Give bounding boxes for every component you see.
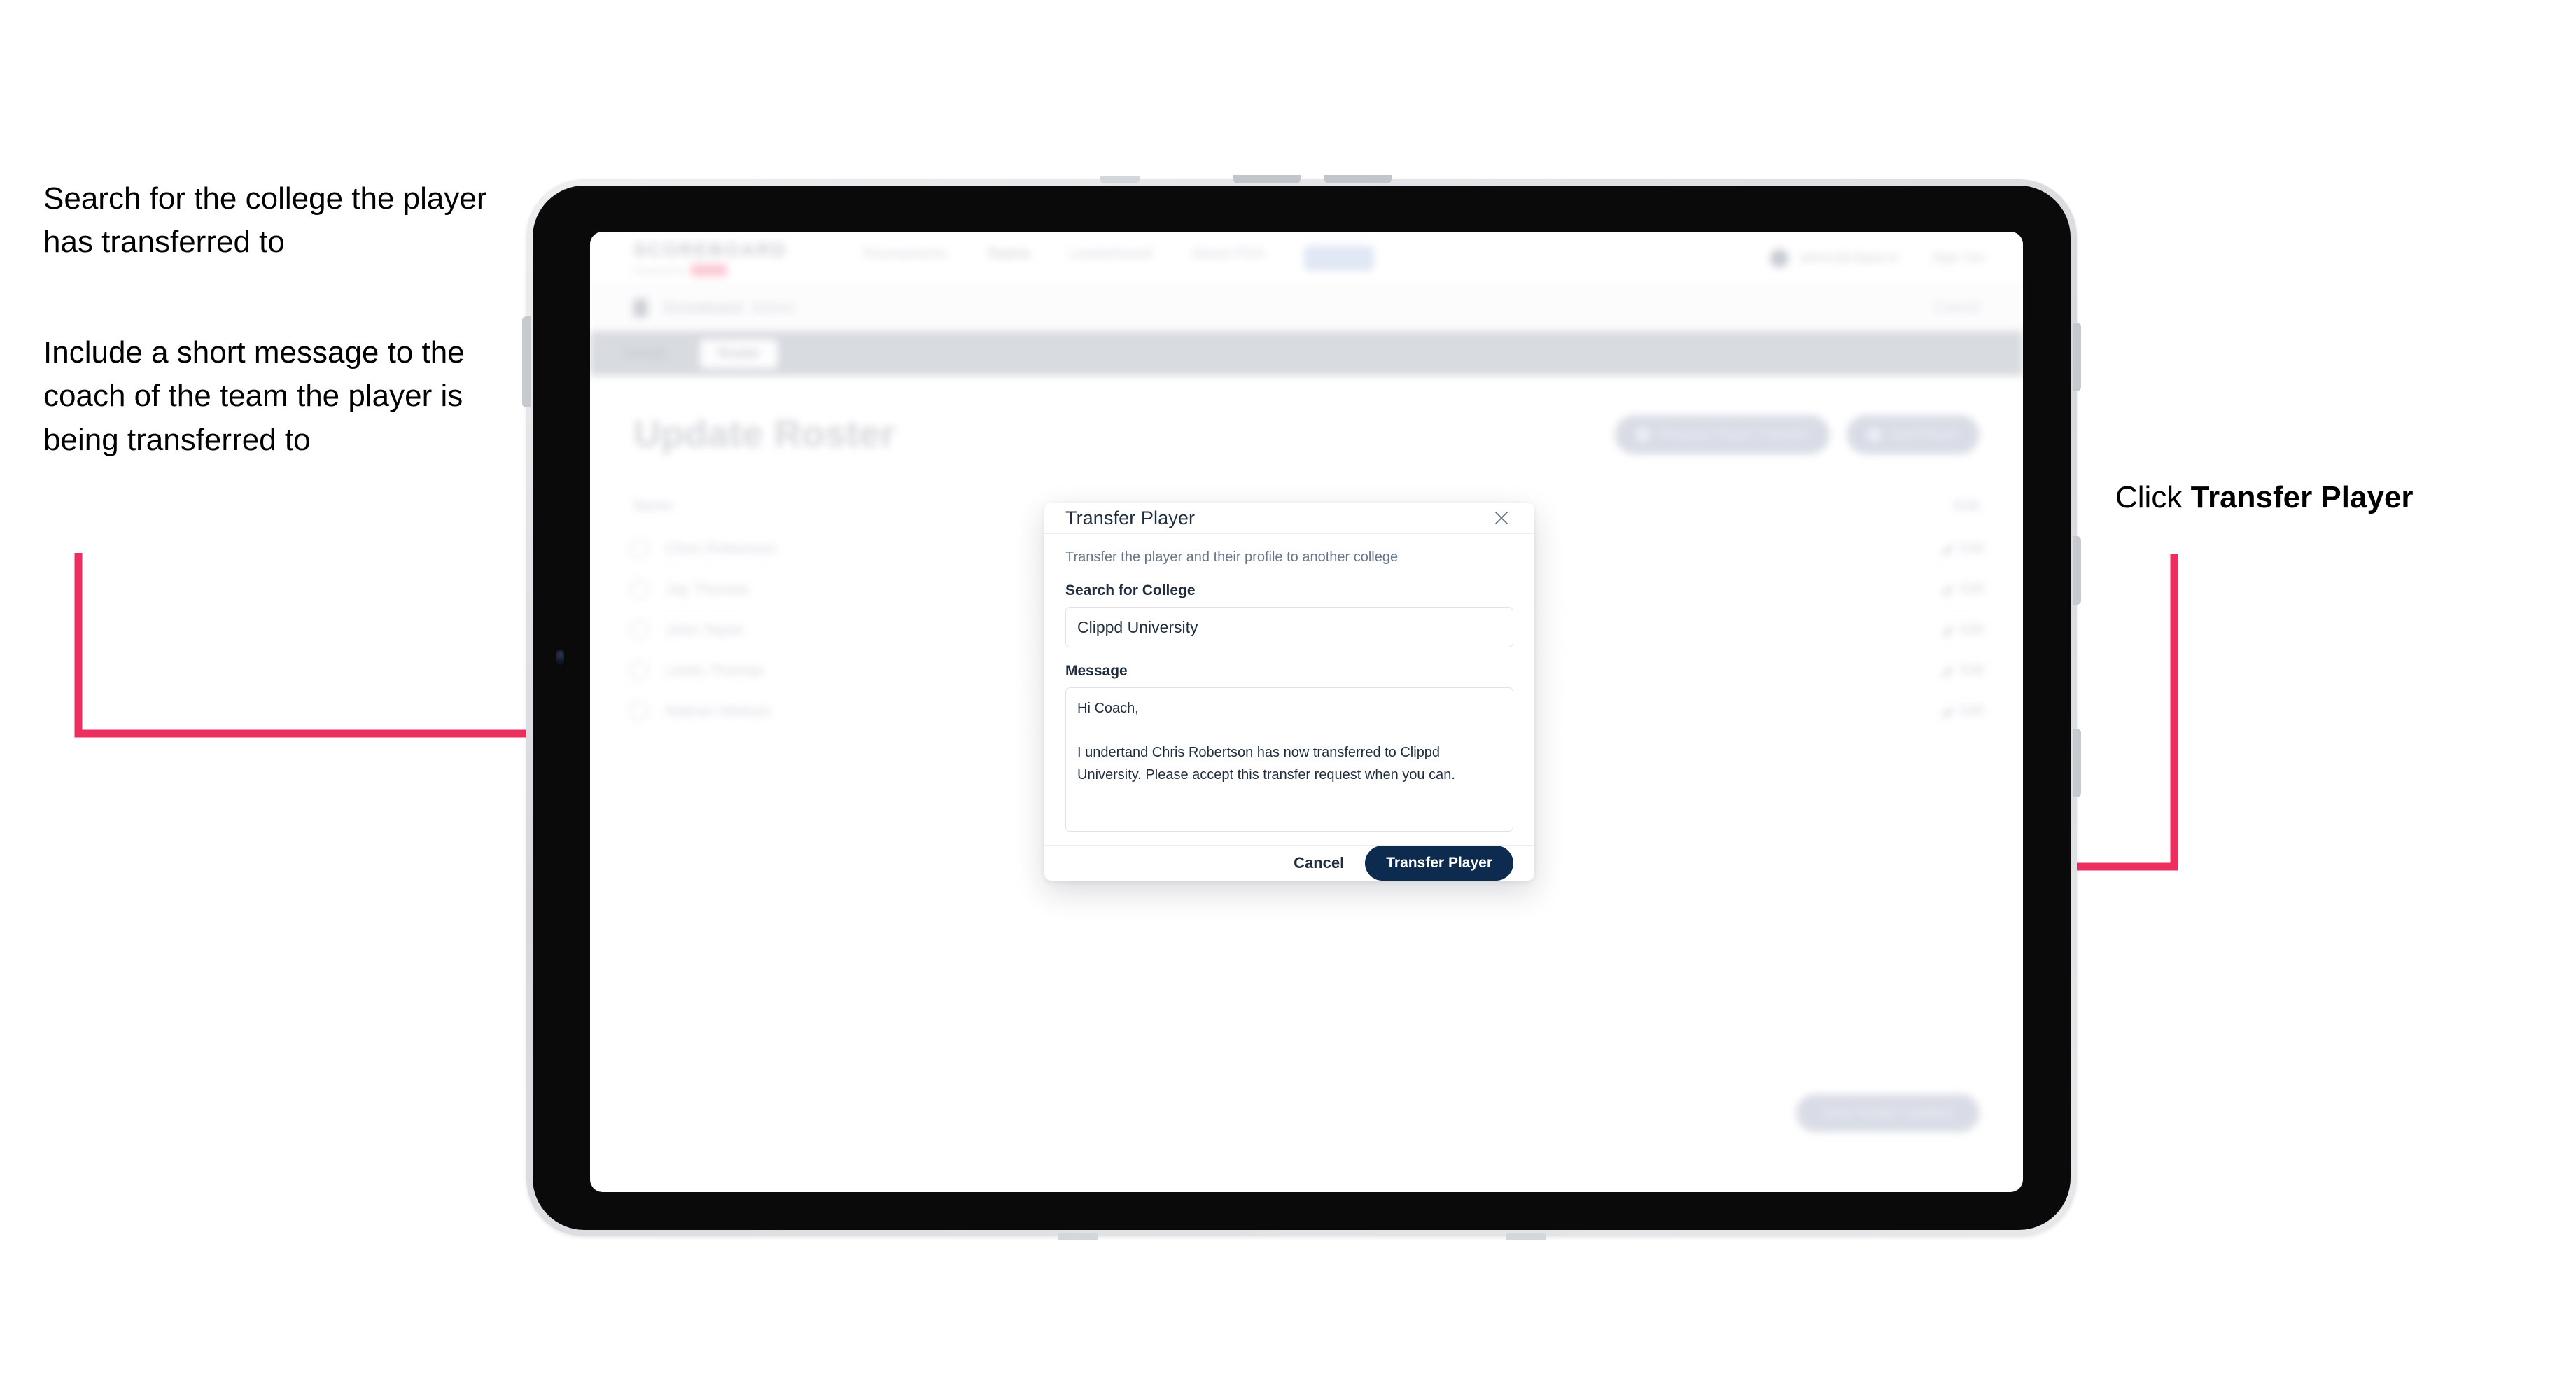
nav-item-list: Tournaments Teams Leaderboard About PGA … [862, 245, 1374, 271]
roster-column-name: Name [634, 498, 673, 514]
top-navigation-bar: SCOREBOARD Powered by Clippd Tournaments… [590, 232, 2023, 285]
breadcrumb-title[interactable]: Scoreboard [663, 299, 743, 317]
annotation-click-transfer-player: Click Transfer Player [2115, 476, 2549, 519]
message-label: Message [1065, 663, 1128, 679]
pencil-icon [1941, 545, 1954, 555]
row-edit-action[interactable]: Edit [1941, 704, 1984, 719]
player-name: Jay Thomas [666, 580, 750, 598]
pencil-icon [1941, 666, 1954, 677]
front-camera-icon [556, 650, 564, 665]
nav-item-admin[interactable]: Admin [1304, 245, 1374, 271]
modal-title: Transfer Player [1065, 507, 1196, 528]
save-roster-updates-button[interactable]: Save Roster Updates [1795, 1094, 1980, 1132]
device-bottom-notch-2 [1506, 1233, 1546, 1240]
plus-icon [1868, 428, 1882, 442]
row-checkbox[interactable] [629, 660, 649, 680]
nav-item-teams[interactable]: Teams [986, 246, 1030, 271]
annotation-right-prefix: Click [2115, 480, 2191, 514]
edit-label: Edit [1961, 540, 1984, 556]
row-edit-action[interactable]: Edit [1941, 663, 1984, 678]
row-checkbox[interactable] [629, 538, 649, 559]
annotation-include-message: Include a short message to the coach of … [43, 335, 465, 457]
avatar[interactable] [1770, 248, 1789, 267]
search-college-input[interactable] [1065, 607, 1513, 648]
volume-up-button[interactable] [1233, 175, 1301, 183]
device-bottom-notch-1 [1058, 1233, 1098, 1240]
transfer-player-button[interactable]: Transfer Player [1365, 846, 1513, 881]
edit-label: Edit [1961, 662, 1984, 678]
row-edit-action[interactable]: Edit [1941, 541, 1984, 556]
breadcrumb-suffix: Admin [750, 299, 795, 316]
modal-subtitle: Transfer the player and their profile to… [1065, 550, 1399, 565]
modal-header: Transfer Player [1044, 503, 1534, 534]
page-action-buttons: Request Player Transfer Add Player [1614, 415, 1980, 454]
save-roster-label: Save Roster Updates [1821, 1105, 1954, 1121]
row-edit-action[interactable]: Edit [1941, 582, 1984, 597]
device-right-connector-1 [2073, 323, 2081, 391]
annotation-search-college: Search for the college the player has tr… [43, 181, 487, 260]
player-name: Nathan Watson [666, 701, 771, 720]
nav-item-tournaments[interactable]: Tournaments [862, 246, 947, 271]
breadcrumb-cancel-action[interactable]: Cancel [1934, 300, 1980, 316]
device-right-connector-2 [2073, 536, 2081, 605]
transfer-player-modal: Transfer Player Transfer the player and … [1044, 503, 1534, 881]
tab-details[interactable]: Details [606, 340, 685, 368]
modal-footer: Cancel Transfer Player [1044, 845, 1534, 881]
add-player-button[interactable]: Add Player [1847, 415, 1980, 454]
nav-item-leaderboard[interactable]: Leaderboard [1069, 246, 1152, 271]
pencil-icon [1941, 707, 1954, 718]
device-left-side-button[interactable] [522, 316, 531, 407]
player-name: John Taylor [666, 620, 745, 638]
logo-powered-by: Powered by [634, 265, 686, 276]
screenshot-stage: Search for the college the player has tr… [0, 0, 2576, 1386]
logo-subtitle-row: Powered by Clippd [634, 264, 787, 276]
edit-label: Edit [1961, 703, 1984, 718]
device-top-notch [1100, 176, 1140, 183]
search-college-label: Search for College [1065, 582, 1196, 598]
tab-roster[interactable]: Roster [700, 339, 778, 368]
row-checkbox[interactable] [629, 620, 649, 640]
nav-user-email: admin@clippd.io [1800, 250, 1899, 265]
breadcrumb: Scoreboard Admin Cancel [590, 285, 2023, 331]
row-edit-action[interactable]: Edit [1941, 622, 1984, 638]
request-transfer-label: Request Player Transfer [1658, 426, 1809, 442]
edit-label: Edit [1961, 622, 1984, 637]
app-logo[interactable]: SCOREBOARD Powered by Clippd [634, 239, 787, 276]
nav-right-group: admin@clippd.io Sign Out [1770, 248, 1984, 267]
add-player-label: Add Player [1890, 426, 1959, 442]
pencil-icon [1941, 585, 1954, 596]
message-textarea[interactable]: Hi Coach, I undertand Chris Robertson ha… [1065, 687, 1513, 832]
logo-title: SCOREBOARD [634, 239, 788, 260]
row-checkbox[interactable] [629, 701, 649, 721]
cancel-button[interactable]: Cancel [1289, 848, 1348, 878]
row-checkbox[interactable] [629, 579, 649, 599]
player-name: Chris Robertson [666, 539, 777, 557]
pencil-icon [1941, 626, 1954, 636]
tab-bar: Details Roster [590, 331, 2023, 376]
volume-down-button[interactable] [1324, 175, 1392, 183]
annotation-right-bold: Transfer Player [2190, 480, 2414, 514]
roster-column-edit: Edit [1954, 498, 1980, 514]
breadcrumb-icon [634, 299, 648, 317]
edit-label: Edit [1961, 581, 1984, 596]
modal-body: Transfer the player and their profile to… [1044, 534, 1534, 845]
player-name: Lewis Thomas [666, 661, 765, 679]
device-right-connector-3 [2073, 729, 2081, 797]
nav-item-about-pga[interactable]: About PGA [1191, 246, 1265, 271]
transfer-icon [1635, 428, 1650, 442]
sign-out-link[interactable]: Sign Out [1932, 251, 1984, 266]
logo-brand-badge: Clippd [690, 264, 727, 276]
request-player-transfer-button[interactable]: Request Player Transfer [1614, 415, 1830, 454]
page-title: Update Roster [634, 413, 896, 455]
close-icon[interactable] [1490, 506, 1513, 530]
